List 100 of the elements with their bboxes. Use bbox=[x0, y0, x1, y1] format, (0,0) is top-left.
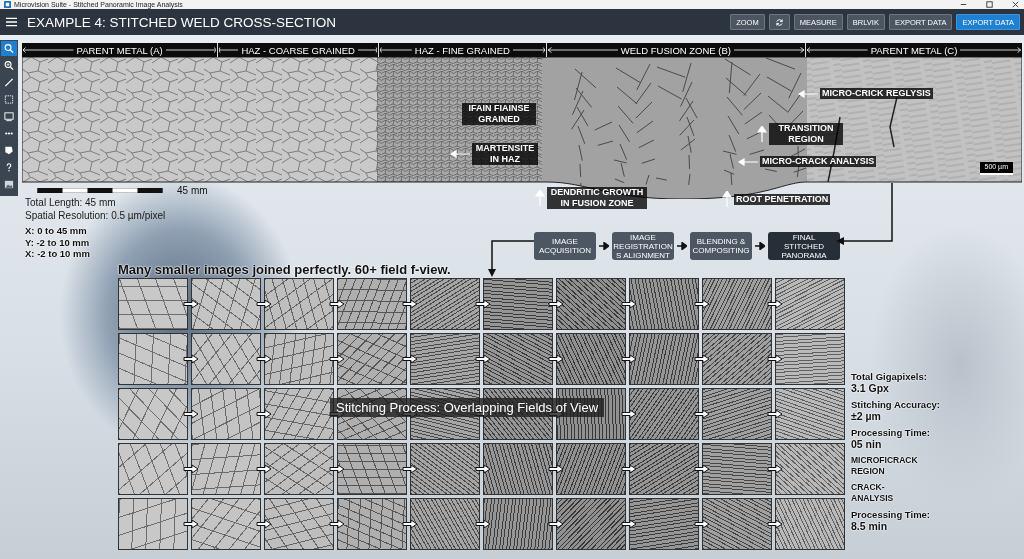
annotation-label: DENDRITIC GROWTH IN FUSION ZONE bbox=[547, 187, 647, 209]
arrow-icon bbox=[402, 354, 418, 364]
stat-value: 05 nin bbox=[851, 438, 883, 450]
arrow-icon bbox=[767, 299, 783, 309]
tile-image bbox=[118, 443, 188, 495]
arrow-icon bbox=[256, 464, 272, 474]
frame-tool[interactable] bbox=[1, 109, 17, 124]
info-text: Total Length: 45 mm bbox=[25, 196, 117, 209]
arrow-icon bbox=[694, 409, 710, 419]
arrow-icon bbox=[329, 299, 345, 309]
callout-label: CRACK- ANALYSIS bbox=[851, 482, 895, 504]
arrow-icon bbox=[535, 190, 545, 206]
refresh-icon bbox=[774, 17, 784, 27]
arrow-icon bbox=[256, 354, 272, 364]
dimension-arrow bbox=[357, 47, 378, 53]
dimension-arrow bbox=[380, 47, 412, 53]
search-tool[interactable] bbox=[1, 41, 17, 56]
monitor-icon bbox=[3, 111, 15, 122]
range-text: Y: -2 to 10 mm bbox=[25, 236, 91, 248]
arrow-icon bbox=[621, 409, 637, 419]
caption-text: Many smaller images joined perfectly. 60+ field f-view. bbox=[118, 262, 452, 277]
pipeline-step: FINAL STITCHED PANORAMA bbox=[768, 232, 840, 260]
arrow-icon bbox=[475, 519, 491, 529]
arrow-icon bbox=[755, 242, 765, 250]
magnifier-icon bbox=[3, 60, 15, 71]
dimension-arrow bbox=[23, 47, 74, 53]
arrow-icon bbox=[329, 464, 345, 474]
arrow-icon bbox=[256, 519, 272, 529]
image-icon bbox=[3, 179, 15, 190]
annotation-label: MICRO-CRACK ANALYSIS bbox=[760, 156, 877, 167]
range-text: X: 0 to 45 mm bbox=[25, 225, 88, 237]
overlay-caption: Stitching Process: Overlapping Fields of View bbox=[330, 398, 605, 417]
close-icon[interactable] bbox=[1011, 0, 1020, 9]
arrow-icon bbox=[767, 354, 783, 364]
annotation-label: ROOT PENETRATION bbox=[734, 193, 831, 205]
arrow-icon bbox=[694, 299, 710, 309]
page-title: EXAMPLE 4: STITCHED WELD CROSS-SECTION bbox=[27, 14, 337, 30]
arrow-icon bbox=[621, 299, 637, 309]
pipeline-step: IMAGE ACQUISITION bbox=[534, 232, 596, 260]
connector-arrow bbox=[836, 182, 893, 245]
arrow-icon bbox=[694, 519, 710, 529]
arrow-icon bbox=[767, 519, 783, 529]
arrow-icon bbox=[621, 354, 637, 364]
arrow-icon bbox=[548, 354, 564, 364]
arrow-icon bbox=[183, 299, 199, 309]
menu-icon[interactable] bbox=[6, 17, 17, 27]
dimension-arrow bbox=[960, 47, 1021, 53]
dimension-arrow bbox=[807, 47, 868, 53]
arrow-icon bbox=[183, 409, 199, 419]
stat-value: 3.1 Gpx bbox=[851, 382, 890, 394]
callout-label: MICROFICRACK REGION bbox=[851, 455, 919, 477]
tile-image bbox=[118, 278, 188, 330]
stat-label: Processing Time: bbox=[851, 509, 932, 520]
pen-icon bbox=[3, 77, 15, 88]
arrow-icon bbox=[722, 191, 732, 207]
zone-label: PARENT METAL (A) bbox=[76, 44, 163, 56]
arrow-icon bbox=[256, 299, 272, 309]
refresh-button[interactable] bbox=[768, 14, 790, 30]
dashed-square-icon bbox=[3, 94, 15, 105]
arrow-icon bbox=[621, 519, 637, 529]
arrow-icon bbox=[329, 519, 345, 529]
arrow-icon bbox=[402, 519, 418, 529]
dimension-arrow bbox=[547, 47, 618, 53]
arrow-icon bbox=[183, 354, 199, 364]
arrow-icon bbox=[694, 464, 710, 474]
annotation-label: TRANSITION REGION bbox=[769, 123, 843, 145]
flag-icon bbox=[3, 145, 15, 156]
arrow-icon bbox=[475, 299, 491, 309]
arrow-icon bbox=[548, 519, 564, 529]
dimension-arrow bbox=[165, 47, 217, 53]
tile-image bbox=[118, 388, 188, 440]
arrow-icon bbox=[677, 242, 687, 250]
zone-label: HAZ - FINE GRAINED bbox=[414, 44, 510, 56]
arrow-icon bbox=[757, 126, 767, 142]
scale-label: 45 mm bbox=[177, 185, 208, 196]
arrow-icon bbox=[402, 299, 418, 309]
info-text: Spatial Resolution: 0.5 µm/pixel bbox=[25, 209, 167, 222]
stat-label: Total Gigapixels: bbox=[851, 371, 928, 382]
stat-value: 8.5 min bbox=[851, 520, 889, 532]
arrow-icon bbox=[767, 409, 783, 419]
stat-label: Stitching Accuracy: bbox=[851, 399, 940, 410]
pipeline-step: BLENDING & COMPOSITING bbox=[690, 232, 752, 260]
zone-label: PARENT METAL (C) bbox=[870, 44, 958, 56]
arrow-icon bbox=[798, 89, 818, 98]
zone-label: HAZ - COARSE GRAINED bbox=[241, 44, 355, 56]
arrow-icon bbox=[475, 354, 491, 364]
stat-value: ±2 µm bbox=[851, 410, 882, 422]
range-text: X: -2 to 10 mm bbox=[25, 248, 91, 260]
arrow-icon bbox=[475, 464, 491, 474]
annotation-label: MICRO-CRICK REGLYSIS bbox=[820, 88, 933, 99]
stat-label: Processing Time: bbox=[851, 427, 932, 438]
arrow-icon bbox=[183, 519, 199, 529]
arrow-icon bbox=[767, 464, 783, 474]
maximize-icon[interactable] bbox=[985, 0, 994, 9]
annotation-label: IFAIN FIAINSE GRAINED bbox=[462, 103, 536, 125]
arrow-icon bbox=[450, 150, 470, 158]
dimension-arrow bbox=[734, 47, 805, 53]
dimension-arrow bbox=[512, 47, 545, 53]
tile-image bbox=[118, 498, 188, 550]
arrow-icon bbox=[256, 409, 272, 419]
